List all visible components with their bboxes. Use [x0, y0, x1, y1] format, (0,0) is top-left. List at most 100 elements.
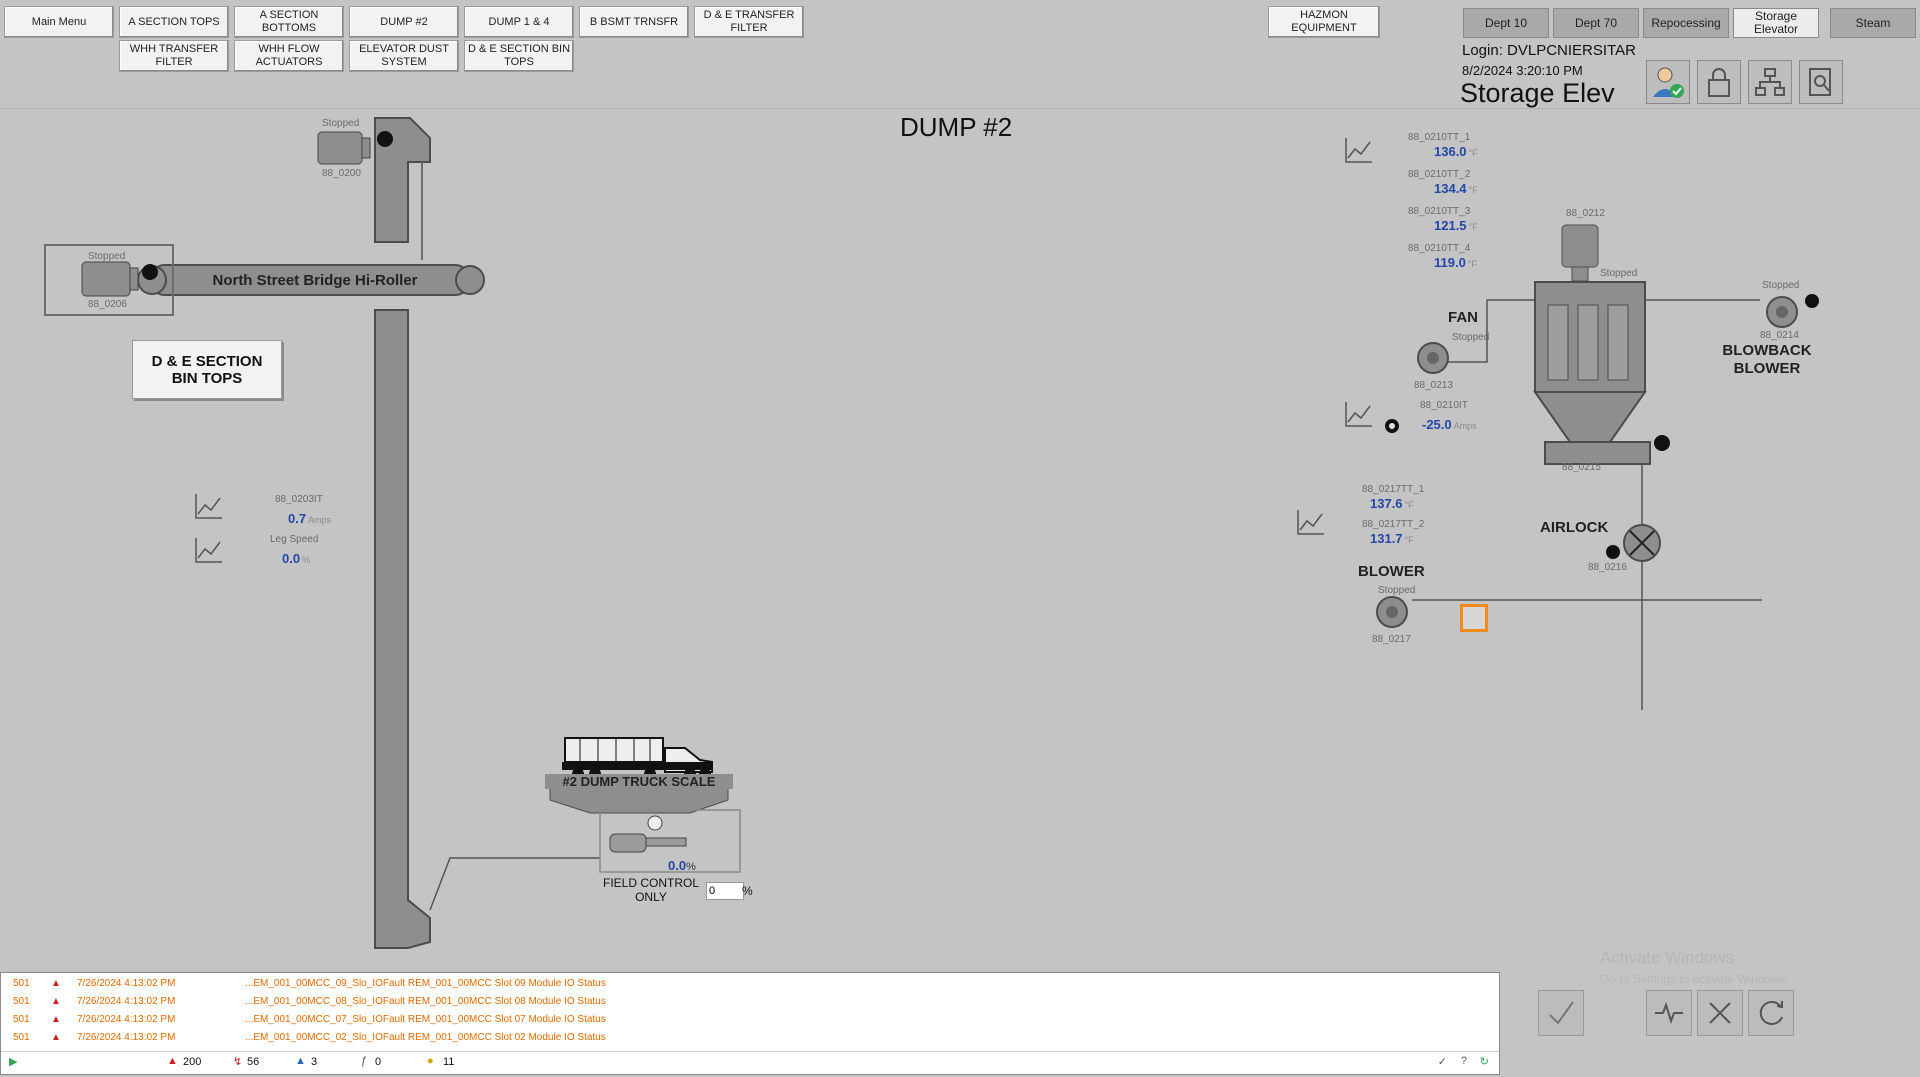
nav-dump-1-4[interactable]: DUMP 1 & 4: [464, 6, 574, 38]
alarm-time: 7/26/2024 4:13:02 PM: [77, 996, 176, 1007]
question-icon[interactable]: ?: [1461, 1055, 1467, 1067]
trend-icon[interactable]: [194, 492, 224, 520]
temp-value: 134.4: [1434, 181, 1467, 196]
motor-left[interactable]: [80, 260, 140, 300]
temp-unit: °F: [1468, 185, 1478, 195]
collector-motor[interactable]: [1558, 222, 1602, 282]
refresh-icon[interactable]: ↻: [1480, 1055, 1489, 1068]
selected-damper[interactable]: [1460, 604, 1488, 632]
temp-value: 136.0: [1434, 144, 1467, 159]
nav-de-transfer-filter[interactable]: D & E TRANSFER FILTER: [694, 6, 804, 38]
tab-dept-10[interactable]: Dept 10: [1463, 8, 1549, 38]
nav-hazmon-equipment[interactable]: HAZMON EQUIPMENT: [1268, 6, 1380, 38]
blower-label: BLOWER: [1358, 563, 1425, 580]
hierarchy-icon[interactable]: [1748, 60, 1792, 104]
nav-a-section-tops[interactable]: A SECTION TOPS: [119, 6, 229, 38]
trend-icon[interactable]: [194, 536, 224, 564]
de-section-bin-tops-button[interactable]: D & E SECTION BIN TOPS: [132, 340, 282, 399]
screw-conveyor[interactable]: [1545, 442, 1650, 464]
field-control-input[interactable]: [706, 882, 744, 900]
alarm-row[interactable]: 501 ▲ 7/26/2024 4:13:02 PM ...EM_001_00M…: [9, 1011, 1489, 1028]
nav-a-section-bottoms[interactable]: A SECTION BOTTOMS: [234, 6, 344, 38]
tab-repocessing[interactable]: Repocessing: [1643, 8, 1729, 38]
search-document-icon[interactable]: [1799, 60, 1843, 104]
truck-valve-hotspot[interactable]: [600, 810, 740, 872]
alarm-message: ...EM_001_00MCC_09_Slo_IOFault REM_001_0…: [245, 978, 606, 989]
blower-temp-tag: 88_0217TT_1: [1362, 484, 1425, 495]
fan-status: Stopped: [1452, 332, 1490, 343]
temp-tag: 88_0210TT_2: [1408, 169, 1471, 180]
airlock-label: AIRLOCK: [1540, 519, 1609, 536]
alarm-message: ...EM_001_00MCC_07_Slo_IOFault REM_001_0…: [245, 1014, 606, 1025]
alarm-priority: 501: [13, 1014, 30, 1025]
temp-unit: °F: [1468, 148, 1478, 158]
de-section-bin-tops-label: D & E SECTION BIN TOPS: [151, 352, 263, 387]
unack-count: 56: [247, 1056, 260, 1068]
alarm-bell-icon: ▲: [51, 1014, 61, 1025]
motor-top-status-dot: [377, 131, 393, 147]
blower-temp-tag: 88_0217TT_2: [1362, 519, 1425, 530]
collector-motor-tag: 88_0212: [1566, 208, 1605, 219]
blowback-status: Stopped: [1762, 280, 1800, 291]
alarm-row[interactable]: 501 ▲ 7/26/2024 4:13:02 PM ...EM_001_00M…: [9, 1029, 1489, 1046]
alarm-row[interactable]: 501 ▲ 7/26/2024 4:13:02 PM ...EM_001_00M…: [9, 975, 1489, 992]
ack-check-icon[interactable]: ✓: [1438, 1055, 1447, 1068]
airlock-tag: 88_0216: [1588, 562, 1627, 573]
airlock[interactable]: [1624, 525, 1660, 561]
user-login-icon[interactable]: [1646, 60, 1690, 104]
temp-tag: 88_0210TT_1: [1408, 132, 1471, 143]
nav-b-bsmt-trnsfr[interactable]: B BSMT TRNSFR: [579, 6, 689, 38]
trend-icon[interactable]: [1344, 136, 1374, 164]
unack-icon: ↯: [233, 1056, 243, 1068]
cancel-button[interactable]: [1697, 990, 1743, 1036]
alarm-priority: 501: [13, 978, 30, 989]
alarm-status-bar: ▶ ▲ 200 ↯ 56 ▲ 3 ƒ 0 ● 11 ✓ ? ↻: [1, 1051, 1499, 1074]
temp-value: 119.0: [1434, 255, 1466, 270]
alarm-message: ...EM_001_00MCC_08_Slo_IOFault REM_001_0…: [245, 996, 606, 1007]
alarm-priority: 501: [13, 996, 30, 1007]
collector-status: Stopped: [1600, 268, 1638, 279]
blowback-blower[interactable]: [1764, 294, 1800, 330]
nav-whh-transfer-filter[interactable]: WHH TRANSFER FILTER: [119, 40, 229, 72]
tab-steam[interactable]: Steam: [1830, 8, 1916, 38]
trend-icon[interactable]: [1296, 508, 1326, 536]
leg-speed-value: 0.0: [282, 551, 301, 566]
nav-dump-2[interactable]: DUMP #2: [349, 6, 459, 38]
elevator-leg: [374, 309, 431, 949]
lock-icon[interactable]: [1697, 60, 1741, 104]
suppressed-count: 11: [443, 1056, 455, 1068]
fan-amps-unit: Amps: [1453, 421, 1477, 431]
activation-watermark: Activate Windows Go to Settings to activ…: [1600, 948, 1789, 986]
temp-unit: °F: [1467, 259, 1477, 269]
alarm-summary[interactable]: 501 ▲ 7/26/2024 4:13:02 PM ...EM_001_00M…: [0, 972, 1500, 1075]
area-title: Storage Elev: [1460, 78, 1615, 108]
motor-top-tag: 88_0200: [322, 168, 361, 179]
nav-de-section-bin-tops[interactable]: D & E SECTION BIN TOPS: [464, 40, 574, 72]
alarm-bell-icon: ▲: [51, 1032, 61, 1043]
shelved-icon: ƒ: [361, 1055, 368, 1067]
field-control-label: FIELD CONTROL ONLY: [602, 876, 699, 904]
alarm-row[interactable]: 501 ▲ 7/26/2024 4:13:02 PM ...EM_001_00M…: [9, 993, 1489, 1010]
amps-value: 0.7: [288, 511, 307, 526]
alarm-time: 7/26/2024 4:13:02 PM: [77, 1032, 176, 1043]
motor-top[interactable]: [316, 130, 372, 166]
amps-unit: Amps: [308, 515, 332, 525]
nav-main-menu[interactable]: Main Menu: [4, 6, 114, 38]
pulse-button[interactable]: [1646, 990, 1692, 1036]
refresh-button[interactable]: [1748, 990, 1794, 1036]
watermark-subtitle: Go to Settings to activate Windows.: [1600, 972, 1790, 986]
play-icon[interactable]: ▶: [9, 1055, 17, 1068]
alarm-bell-icon: ▲: [51, 978, 61, 989]
nav-whh-flow-actuators[interactable]: WHH FLOW ACTUATORS: [234, 40, 344, 72]
tab-storage-elevator[interactable]: Storage Elevator: [1733, 8, 1819, 38]
trend-icon[interactable]: [1344, 400, 1374, 428]
tab-dept-70[interactable]: Dept 70: [1553, 8, 1639, 38]
hi-roller-conveyor-hotspot[interactable]: [150, 265, 470, 295]
nav-elevator-dust-system[interactable]: ELEVATOR DUST SYSTEM: [349, 40, 459, 72]
blower[interactable]: [1372, 594, 1408, 630]
collector-temps: 88_0210TT_1 136.0 °F 88_0210TT_2 134.4 °F …: [1408, 132, 1478, 272]
alarm-bell-icon: ▲: [51, 996, 61, 1007]
temp-value: 121.5: [1434, 218, 1467, 233]
fan[interactable]: [1416, 340, 1452, 376]
ack-button[interactable]: [1538, 990, 1584, 1036]
